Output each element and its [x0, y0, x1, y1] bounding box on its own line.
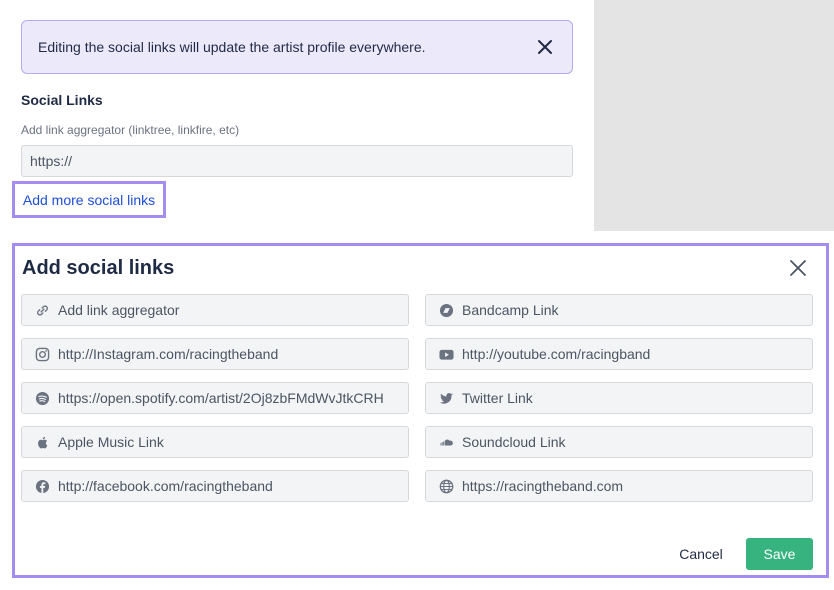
instagram-icon — [34, 346, 50, 362]
youtube-icon — [438, 346, 454, 362]
add-more-highlight: Add more social links — [12, 181, 166, 218]
globe-icon — [438, 478, 454, 494]
website-field[interactable] — [425, 470, 813, 502]
soundcloud-input[interactable] — [462, 434, 812, 450]
soundcloud-field[interactable] — [425, 426, 813, 458]
twitter-icon — [438, 390, 454, 406]
add-social-links-modal: Add social links Add link aggregator Ban… — [12, 243, 829, 578]
link-aggregator-input[interactable] — [58, 302, 408, 318]
facebook-field[interactable] — [21, 470, 409, 502]
side-panel — [594, 0, 834, 231]
spotify-input[interactable] — [58, 390, 408, 406]
website-input[interactable] — [462, 478, 812, 494]
modal-title: Add social links — [22, 257, 175, 279]
facebook-input[interactable] — [58, 478, 408, 494]
close-icon[interactable] — [536, 38, 554, 56]
cancel-button[interactable]: Cancel — [669, 538, 733, 570]
section-title: Social Links — [21, 92, 103, 108]
soundcloud-icon — [438, 434, 454, 450]
add-more-social-links-link[interactable]: Add more social links — [23, 192, 155, 208]
link-aggregator-field[interactable] — [21, 294, 409, 326]
instagram-field[interactable] — [21, 338, 409, 370]
apple-music-input[interactable] — [58, 434, 408, 450]
aggregator-input[interactable] — [21, 145, 573, 177]
aggregator-label: Add link aggregator (linktree, linkfire,… — [21, 123, 240, 137]
apple-icon — [34, 434, 50, 450]
close-icon[interactable] — [788, 258, 808, 278]
bandcamp-input[interactable] — [462, 302, 812, 318]
save-button[interactable]: Save — [746, 538, 813, 570]
bandcamp-icon — [438, 302, 454, 318]
banner-text: Editing the social links will update the… — [38, 39, 426, 55]
twitter-input[interactable] — [462, 390, 812, 406]
link-icon — [34, 302, 50, 318]
instagram-input[interactable] — [58, 346, 408, 362]
twitter-field[interactable] — [425, 382, 813, 414]
spotify-icon — [34, 390, 50, 406]
bandcamp-field[interactable] — [425, 294, 813, 326]
facebook-icon — [34, 478, 50, 494]
spotify-field[interactable] — [21, 382, 409, 414]
apple-music-field[interactable] — [21, 426, 409, 458]
info-banner: Editing the social links will update the… — [21, 20, 573, 74]
youtube-field[interactable] — [425, 338, 813, 370]
youtube-input[interactable] — [462, 346, 812, 362]
